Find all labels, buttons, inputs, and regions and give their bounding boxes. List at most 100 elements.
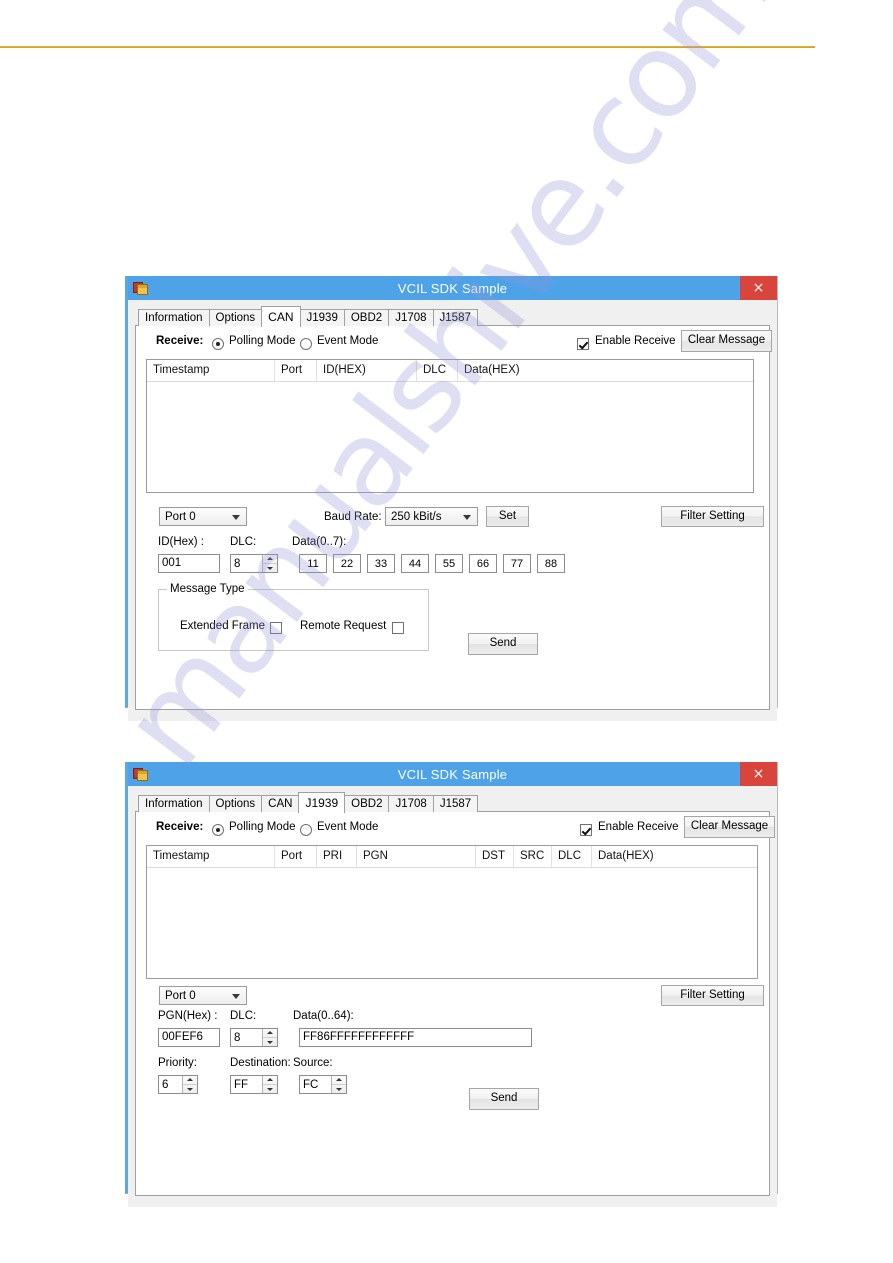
event-mode-radio[interactable] (300, 335, 312, 353)
pgn-hex-input[interactable]: 00FEF6 (158, 1028, 220, 1047)
extended-frame-checkbox[interactable] (270, 619, 282, 637)
stepper-buttons[interactable] (262, 555, 277, 572)
column-dlc[interactable]: DLC (552, 846, 592, 867)
stepper-up-icon[interactable] (263, 555, 277, 563)
client-area: Information Options CAN J1939 OBD2 J1708… (128, 786, 777, 1207)
data-byte-3[interactable]: 44 (401, 554, 429, 573)
clear-message-button[interactable]: Clear Message (681, 330, 772, 352)
dlc-value: 8 (234, 557, 241, 570)
remote-request-checkbox[interactable] (392, 619, 404, 637)
send-button[interactable]: Send (469, 1088, 539, 1110)
receive-row: Receive: Polling Mode Event Mode Enable … (136, 812, 775, 842)
column-dst[interactable]: DST (476, 846, 514, 867)
dlc-value: 8 (234, 1031, 241, 1044)
can-message-list[interactable]: Timestamp Port ID(HEX) DLC Data(HEX) (146, 359, 754, 493)
message-type-group: Message Type Extended Frame Remote Reque… (158, 583, 429, 651)
tab-j1708[interactable]: J1708 (388, 309, 434, 326)
stepper-buttons[interactable] (262, 1029, 277, 1046)
tab-can[interactable]: CAN (261, 795, 300, 812)
data-byte-6[interactable]: 77 (503, 554, 531, 573)
tab-information[interactable]: Information (138, 309, 210, 326)
destination-stepper[interactable]: FF (230, 1075, 278, 1094)
data-byte-4[interactable]: 55 (435, 554, 463, 573)
filter-setting-button[interactable]: Filter Setting (661, 506, 764, 527)
tab-j1587[interactable]: J1587 (432, 795, 479, 812)
port-select[interactable]: Port 0 (159, 986, 247, 1005)
tab-j1939[interactable]: J1939 (299, 309, 345, 326)
baud-rate-select[interactable]: 250 kBit/s (385, 507, 478, 526)
column-pgn[interactable]: PGN (357, 846, 476, 867)
close-icon[interactable]: × (740, 276, 777, 300)
data-byte-1[interactable]: 22 (333, 554, 361, 573)
dlc-label: DLC: (230, 1010, 257, 1022)
tab-can[interactable]: CAN (261, 306, 301, 327)
stepper-up-icon[interactable] (332, 1076, 346, 1084)
stepper-buttons[interactable] (182, 1076, 197, 1093)
column-src[interactable]: SRC (514, 846, 552, 867)
receive-row: Receive: Polling Mode Event Mode Enable … (136, 326, 772, 356)
stepper-buttons[interactable] (262, 1076, 277, 1093)
column-timestamp[interactable]: Timestamp (147, 360, 275, 381)
stepper-up-icon[interactable] (263, 1029, 277, 1037)
clear-message-button[interactable]: Clear Message (684, 816, 775, 838)
tab-j1939[interactable]: J1939 (298, 792, 346, 813)
column-timestamp[interactable]: Timestamp (147, 846, 275, 867)
vcil-sdk-sample-window-can: VCIL SDK Sample × Information Options CA… (125, 276, 778, 721)
data-label: Data(0..64): (293, 1010, 354, 1022)
id-hex-input[interactable]: 001 (158, 554, 220, 573)
column-id-hex[interactable]: ID(HEX) (317, 360, 417, 381)
column-data-hex[interactable]: Data(HEX) (458, 360, 753, 381)
tab-options[interactable]: Options (208, 795, 263, 812)
stepper-up-icon[interactable] (183, 1076, 197, 1084)
stepper-up-icon[interactable] (263, 1076, 277, 1084)
enable-receive-label: Enable Receive (598, 821, 679, 833)
column-port[interactable]: Port (275, 360, 317, 381)
data-input[interactable]: FF86FFFFFFFFFFFF (299, 1028, 532, 1047)
event-mode-label: Event Mode (317, 821, 379, 833)
stepper-down-icon[interactable] (332, 1084, 346, 1093)
dlc-label: DLC: (230, 536, 257, 548)
enable-receive-checkbox[interactable] (580, 821, 592, 839)
tab-j1708[interactable]: J1708 (388, 795, 434, 812)
source-value: FC (303, 1078, 319, 1091)
close-icon[interactable]: × (740, 762, 777, 786)
window-title: VCIL SDK Sample (397, 766, 508, 782)
stepper-down-icon[interactable] (263, 1037, 277, 1046)
radio-icon (212, 337, 224, 350)
column-port[interactable]: Port (275, 846, 317, 867)
checkbox-icon (580, 823, 592, 836)
stepper-down-icon[interactable] (183, 1084, 197, 1093)
tab-j1587[interactable]: J1587 (432, 309, 478, 326)
tab-information[interactable]: Information (138, 795, 210, 812)
receive-label: Receive: (156, 335, 204, 347)
data-byte-5[interactable]: 66 (469, 554, 497, 573)
data-byte-7[interactable]: 88 (537, 554, 565, 573)
source-stepper[interactable]: FC (299, 1075, 347, 1094)
tab-obd2[interactable]: OBD2 (343, 309, 390, 326)
port-select[interactable]: Port 0 (159, 507, 247, 526)
dlc-stepper[interactable]: 8 (230, 1028, 278, 1047)
filter-setting-button[interactable]: Filter Setting (661, 985, 764, 1006)
tab-options[interactable]: Options (208, 309, 263, 326)
send-button[interactable]: Send (468, 633, 538, 655)
list-header: Timestamp Port PRI PGN DST SRC DLC Data(… (147, 846, 757, 868)
column-data-hex[interactable]: Data(HEX) (592, 846, 757, 867)
enable-receive-checkbox[interactable] (577, 335, 589, 353)
column-dlc[interactable]: DLC (417, 360, 458, 381)
stepper-down-icon[interactable] (263, 563, 277, 572)
dlc-stepper[interactable]: 8 (230, 554, 278, 573)
set-button[interactable]: Set (486, 506, 529, 527)
stepper-buttons[interactable] (331, 1076, 346, 1093)
data-byte-2[interactable]: 33 (367, 554, 395, 573)
event-mode-radio[interactable] (300, 821, 312, 839)
polling-mode-radio[interactable] (212, 335, 224, 353)
column-pri[interactable]: PRI (317, 846, 357, 867)
stepper-down-icon[interactable] (263, 1084, 277, 1093)
source-label: Source: (293, 1057, 333, 1069)
j1939-message-list[interactable]: Timestamp Port PRI PGN DST SRC DLC Data(… (146, 845, 758, 979)
priority-stepper[interactable]: 6 (158, 1075, 198, 1094)
destination-label: Destination: (230, 1057, 291, 1069)
data-byte-0[interactable]: 11 (299, 554, 327, 573)
tab-obd2[interactable]: OBD2 (344, 795, 390, 812)
polling-mode-radio[interactable] (212, 821, 224, 839)
